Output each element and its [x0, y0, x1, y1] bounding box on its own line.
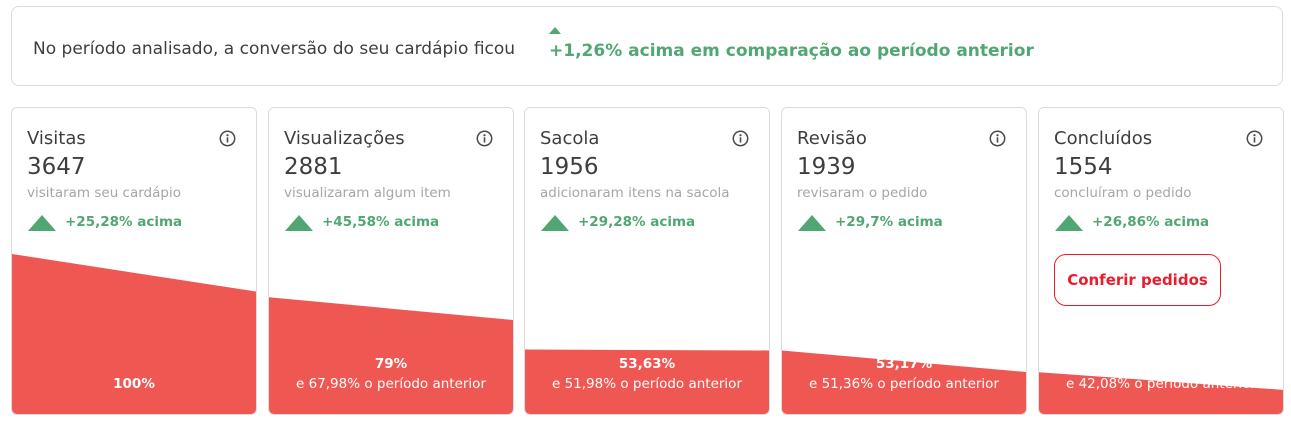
conversion-change-highlight: +1,26% acima em comparação ao período an… — [549, 41, 1034, 61]
funnel-card: Visualizações 2881 visualizaram algum item… — [268, 107, 514, 415]
info-icon[interactable] — [989, 130, 1006, 147]
funnel-card: Visitas 3647 visitaram seu cardápio +25,28%… — [11, 107, 257, 415]
change-indicator: +26,86% acima — [1092, 214, 1210, 230]
info-icon[interactable] — [732, 130, 749, 147]
info-icon[interactable] — [219, 130, 236, 147]
previous-period-percent: e 67,98% o período anterior — [295, 376, 486, 392]
card-subtitle: revisaram o pedido — [797, 185, 928, 201]
card-value: 2881 — [284, 154, 343, 180]
conversion-summary-banner: No período analisado, a conversão do seu… — [11, 6, 1283, 86]
conversion-percent: 100% — [113, 376, 155, 392]
card-title: Revisão — [797, 128, 867, 149]
card-value: 1956 — [540, 154, 599, 180]
change-indicator: +29,28% acima — [578, 214, 696, 230]
funnel-card: Concluídos 1554 concluíram o pedido +26,86%… — [1038, 107, 1284, 415]
triangle-up-icon — [28, 215, 56, 231]
triangle-up-icon — [549, 27, 561, 34]
previous-period-percent: e 51,36% o período anterior — [808, 376, 999, 392]
triangle-up-icon — [798, 215, 826, 231]
change-indicator: +45,58% acima — [322, 214, 440, 230]
card-subtitle: concluíram o pedido — [1054, 185, 1192, 201]
conversion-percent: 42,61% — [1132, 356, 1190, 372]
card-subtitle: visualizaram algum item — [284, 185, 451, 201]
card-subtitle: visitaram seu cardápio — [27, 185, 181, 201]
conversion-percent: 79% — [374, 356, 408, 372]
triangle-up-icon — [541, 215, 569, 231]
conversion-summary-text: No período analisado, a conversão do seu… — [33, 39, 516, 59]
card-title: Sacola — [540, 128, 600, 149]
card-value: 3647 — [27, 154, 86, 180]
funnel-card: Revisão 1939 revisaram o pedido +29,7% acim… — [781, 107, 1027, 415]
view-orders-button[interactable]: Conferir pedidos — [1054, 254, 1221, 306]
conversion-percent: 53,63% — [618, 356, 676, 372]
info-icon[interactable] — [476, 130, 493, 147]
triangle-up-icon — [285, 215, 313, 231]
card-subtitle: adicionaram itens na sacola — [540, 185, 730, 201]
previous-period-percent: e 42,08% o período anterior — [1065, 376, 1256, 392]
previous-period-percent: e 51,98% o período anterior — [551, 376, 742, 392]
change-indicator: +29,7% acima — [835, 214, 943, 230]
funnel-card: Sacola 1956 adicionaram itens na sacola +29… — [524, 107, 770, 415]
card-value: 1939 — [797, 154, 856, 180]
card-value: 1554 — [1054, 154, 1113, 180]
card-title: Visualizações — [284, 128, 405, 149]
info-icon[interactable] — [1246, 130, 1263, 147]
card-title: Visitas — [27, 128, 86, 149]
change-indicator: +25,28% acima — [65, 214, 183, 230]
card-title: Concluídos — [1054, 128, 1153, 149]
conversion-percent: 53,17% — [875, 356, 933, 372]
triangle-up-icon — [1055, 215, 1083, 231]
